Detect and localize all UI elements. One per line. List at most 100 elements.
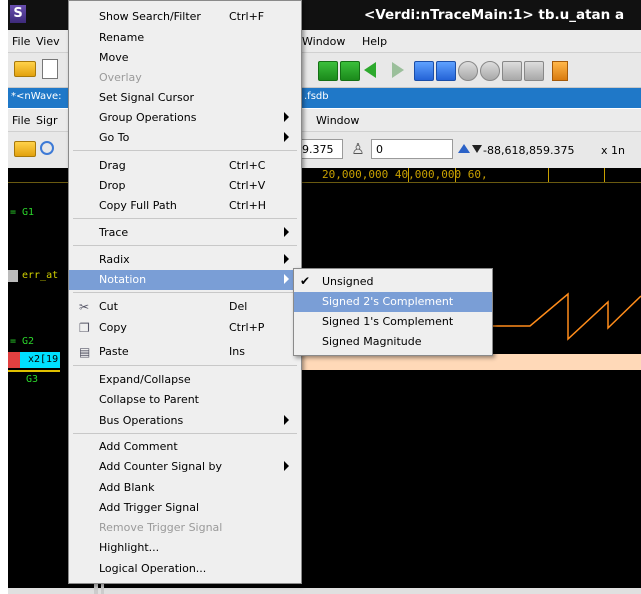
scissors-icon: ✂ — [79, 300, 90, 314]
circle-gray-icon[interactable] — [458, 61, 478, 81]
submenu-arrow-icon — [284, 132, 289, 142]
submenu-arrow-icon — [284, 461, 289, 471]
menu-highlight[interactable]: Highlight... — [69, 538, 301, 558]
menu-item-label: Copy — [99, 321, 127, 334]
menu-item-label: Show Search/Filter — [99, 10, 201, 23]
group-g3[interactable]: G3 — [26, 374, 38, 385]
orange-tool-icon[interactable] — [552, 61, 568, 81]
menu-item-label: Copy Full Path — [99, 199, 177, 212]
wave-menu-signal[interactable]: Sigr — [36, 114, 58, 127]
menu-paste[interactable]: ▤ Paste Ins — [69, 342, 301, 362]
refresh-icon[interactable] — [40, 141, 54, 155]
menu-set-signal-cursor[interactable]: Set Signal Cursor — [69, 88, 301, 108]
nwave-tab-label[interactable]: *<nWave: — [11, 91, 62, 102]
menu-radix[interactable]: Radix — [69, 250, 301, 270]
menu-add-trigger-signal[interactable]: Add Trigger Signal — [69, 498, 301, 518]
submenu-arrow-icon — [284, 274, 289, 284]
menu-item-label: Overlay — [99, 71, 142, 84]
hierarchy-icon[interactable] — [502, 61, 522, 81]
open-folder-icon[interactable] — [14, 141, 36, 157]
down-triangle-icon[interactable] — [472, 145, 482, 153]
menu-file[interactable]: File — [12, 35, 30, 48]
value-field[interactable]: 0 — [371, 139, 453, 159]
submenu-arrow-icon — [284, 254, 289, 264]
trace-green-icon[interactable] — [340, 61, 360, 81]
menu-cut[interactable]: ✂ Cut Del — [69, 297, 301, 317]
signal-x2[interactable]: x2[19 — [28, 354, 58, 365]
ruler-tick — [408, 168, 409, 182]
menu-item-label: Add Counter Signal by — [99, 460, 223, 473]
notation-signed-2s-complement[interactable]: Signed 2's Complement — [294, 292, 492, 312]
menu-copy-full-path[interactable]: Copy Full Path Ctrl+H — [69, 196, 301, 216]
menu-overlay: Overlay — [69, 68, 301, 88]
verdi-app-icon[interactable]: S — [10, 5, 26, 23]
menu-item-label: Logical Operation... — [99, 562, 207, 575]
analog-waveform — [490, 292, 641, 341]
forward-arrow-icon[interactable] — [392, 62, 404, 78]
menu-item-label: Trace — [99, 226, 129, 239]
submenu-arrow-icon — [284, 112, 289, 122]
notation-submenu: ✔ Unsigned Signed 2's Complement Signed … — [293, 268, 493, 356]
menu-remove-trigger-signal: Remove Trigger Signal — [69, 518, 301, 538]
check-icon: ✔ — [300, 274, 311, 288]
menu-add-counter-signal[interactable]: Add Counter Signal by — [69, 457, 301, 477]
notation-unsigned[interactable]: ✔ Unsigned — [294, 272, 492, 292]
signal-err-atan[interactable]: err_at — [22, 270, 58, 281]
menu-bus-operations[interactable]: Bus Operations — [69, 411, 301, 431]
menu-item-label: Paste — [99, 345, 129, 358]
group-g1[interactable]: = G1 — [10, 207, 34, 218]
row-underline — [8, 370, 60, 372]
load-l-icon[interactable] — [436, 61, 456, 81]
group-g2[interactable]: = G2 — [10, 336, 34, 347]
copy-icon: ❐ — [79, 321, 90, 335]
menu-drop[interactable]: Drop Ctrl+V — [69, 176, 301, 196]
time-field[interactable]: 9.375 — [297, 139, 343, 159]
menu-notation[interactable]: Notation — [69, 270, 301, 290]
notation-signed-1s-complement[interactable]: Signed 1's Complement — [294, 312, 492, 332]
trace-t-icon[interactable] — [318, 61, 338, 81]
menu-show-search-filter[interactable]: Show Search/Filter Ctrl+F — [69, 7, 301, 27]
menu-group-operations[interactable]: Group Operations — [69, 108, 301, 128]
menu-item-label: Drag — [99, 159, 126, 172]
circle-gray2-icon[interactable] — [480, 61, 500, 81]
menu-help[interactable]: Help — [362, 35, 387, 48]
menu-copy[interactable]: ❐ Copy Ctrl+P — [69, 318, 301, 338]
menu-move[interactable]: Move — [69, 48, 301, 68]
cursor-hand-icon[interactable]: ♙ — [349, 140, 367, 158]
menu-item-label: Remove Trigger Signal — [99, 521, 223, 534]
menu-window[interactable]: Window — [302, 35, 345, 48]
menu-item-shortcut: Ctrl+P — [229, 321, 265, 334]
menu-view[interactable]: Viev — [36, 35, 60, 48]
waveform-line — [490, 292, 641, 341]
menu-add-blank[interactable]: Add Blank — [69, 478, 301, 498]
open-folder-icon[interactable] — [14, 61, 36, 77]
menu-go-to[interactable]: Go To — [69, 128, 301, 148]
submenu-arrow-icon — [284, 227, 289, 237]
wave-menu-window[interactable]: Window — [316, 114, 359, 127]
back-arrow-icon[interactable] — [364, 62, 376, 78]
menu-logical-operation[interactable]: Logical Operation... — [69, 559, 301, 579]
notation-signed-magnitude[interactable]: Signed Magnitude — [294, 332, 492, 352]
submenu-item-label: Signed Magnitude — [322, 335, 422, 348]
submenu-item-label: Signed 1's Complement — [322, 315, 454, 328]
menu-drag[interactable]: Drag Ctrl+C — [69, 156, 301, 176]
menu-item-label: Bus Operations — [99, 414, 184, 427]
menu-item-shortcut: Ins — [229, 345, 245, 358]
menu-item-shortcut: Ctrl+V — [229, 179, 266, 192]
menu-trace[interactable]: Trace — [69, 223, 301, 243]
window-title: <Verdi:nTraceMain:1> tb.u_atan a — [364, 7, 625, 23]
menu-item-label: Highlight... — [99, 541, 160, 554]
menu-separator — [73, 365, 297, 366]
menu-add-comment[interactable]: Add Comment — [69, 437, 301, 457]
ruler-tick — [455, 168, 456, 182]
menu-expand-collapse[interactable]: Expand/Collapse — [69, 370, 301, 390]
wave-menu-file[interactable]: File — [12, 114, 30, 127]
menu-item-shortcut: Ctrl+C — [229, 159, 266, 172]
menu-item-label: Add Blank — [99, 481, 155, 494]
up-triangle-icon[interactable] — [458, 144, 470, 153]
menu-rename[interactable]: Rename — [69, 28, 301, 48]
driver-d-icon[interactable] — [414, 61, 434, 81]
schematic-icon[interactable] — [524, 61, 544, 81]
menu-collapse-to-parent[interactable]: Collapse to Parent — [69, 390, 301, 410]
document-icon[interactable] — [42, 59, 58, 79]
